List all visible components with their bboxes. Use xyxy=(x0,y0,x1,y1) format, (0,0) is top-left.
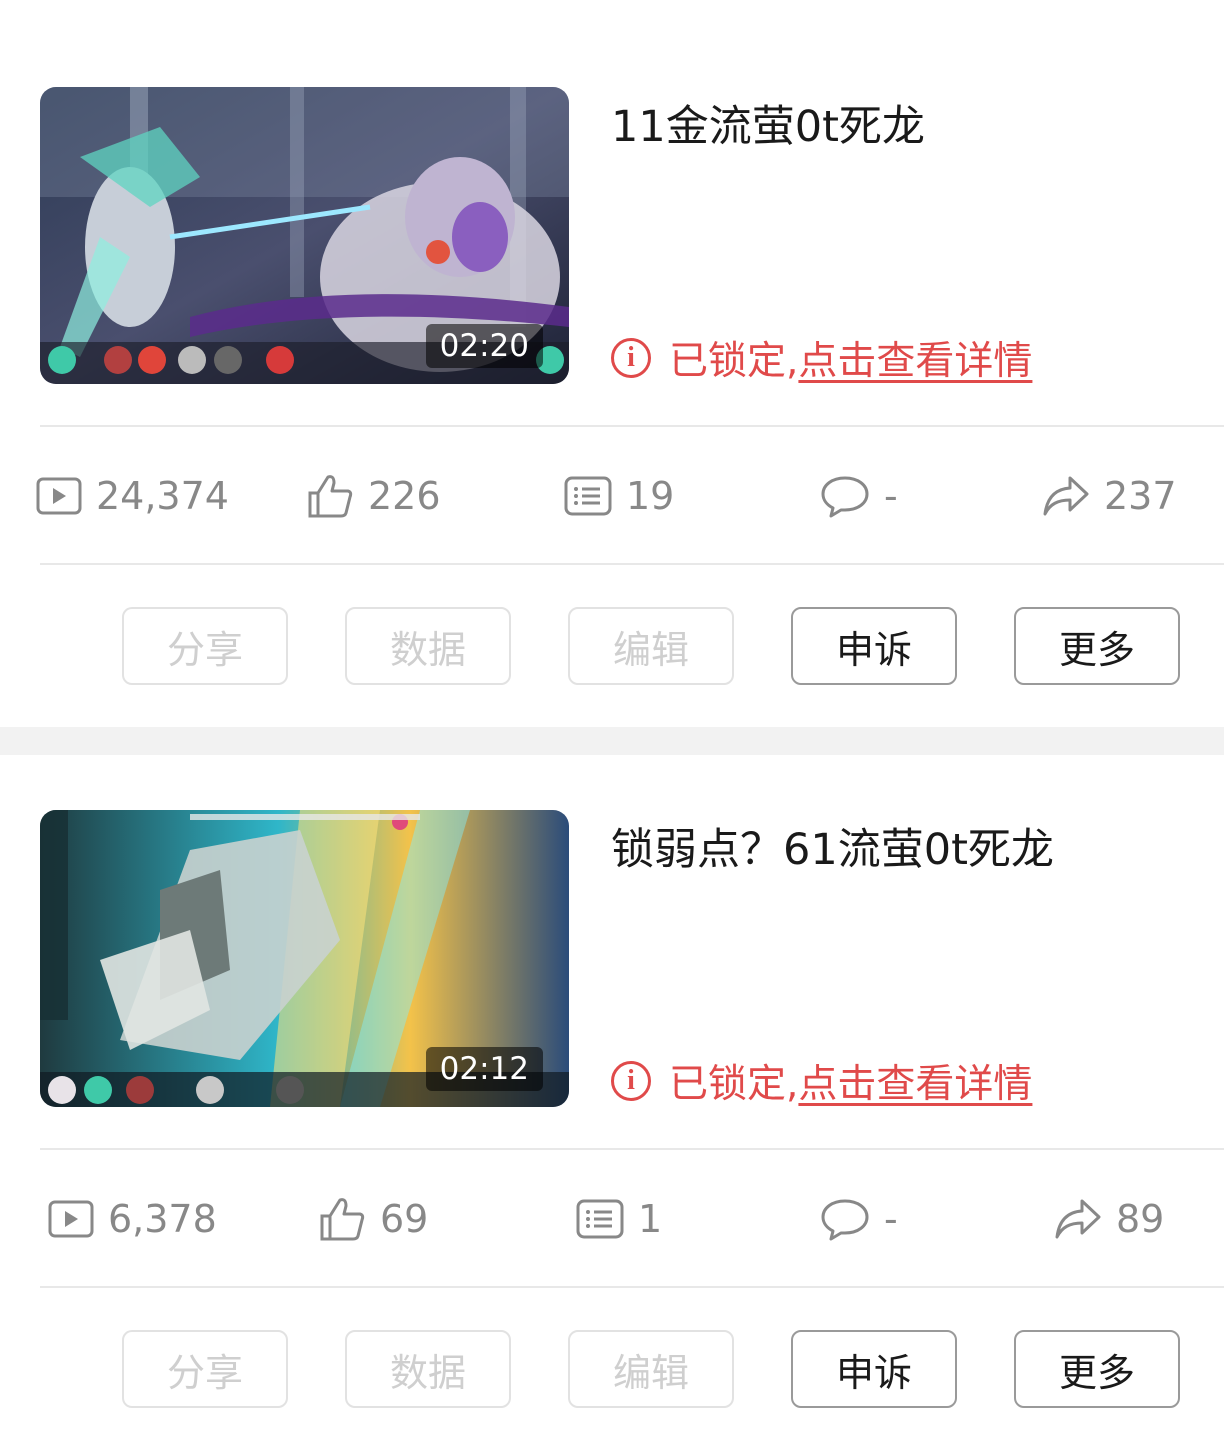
video-management-page: 02:20 11金流萤0t死龙 i 已锁定, 点击查看详情 24,374 226… xyxy=(0,0,1224,1443)
comment-bubble-icon xyxy=(821,476,869,518)
divider xyxy=(40,425,1224,427)
play-icon xyxy=(36,477,82,515)
plays-count: 24,374 xyxy=(96,474,229,518)
data-button[interactable]: 数据 xyxy=(345,1330,511,1408)
more-button[interactable]: 更多 xyxy=(1014,1330,1180,1408)
share-arrow-icon xyxy=(1055,1199,1101,1239)
shares-count: 89 xyxy=(1116,1197,1165,1241)
stat-shares: 89 xyxy=(1054,1189,1164,1249)
divider xyxy=(40,1148,1224,1150)
stat-plays: 24,374 xyxy=(36,466,229,526)
locked-label: 已锁定, xyxy=(669,339,799,384)
stat-likes: 226 xyxy=(306,466,441,526)
edit-button[interactable]: 编辑 xyxy=(568,1330,734,1408)
stat-comments: - xyxy=(820,1189,898,1249)
video-card-1: 02:20 11金流萤0t死龙 i 已锁定, 点击查看详情 24,374 226… xyxy=(0,0,1224,727)
stat-comments: - xyxy=(820,466,898,526)
stat-danmaku: 19 xyxy=(564,466,674,526)
comments-count: - xyxy=(884,1197,898,1241)
likes-count: 226 xyxy=(368,474,441,518)
appeal-button[interactable]: 申诉 xyxy=(791,1330,957,1408)
danmaku-list-icon xyxy=(564,476,612,516)
share-button[interactable]: 分享 xyxy=(122,607,288,685)
likes-count: 69 xyxy=(380,1197,429,1241)
video-thumbnail[interactable]: 02:20 xyxy=(40,87,569,384)
video-stats-row: 6,378 69 1 - 89 xyxy=(0,1189,1224,1249)
stat-plays: 6,378 xyxy=(48,1189,217,1249)
video-card-2: 02:12 锁弱点？61流萤0t死龙 i 已锁定, 点击查看详情 6,378 6… xyxy=(0,755,1224,1443)
danmaku-list-icon xyxy=(576,1199,624,1239)
data-button[interactable]: 数据 xyxy=(345,607,511,685)
comment-bubble-icon xyxy=(821,1199,869,1241)
video-stats-row: 24,374 226 19 - 237 xyxy=(0,466,1224,526)
edit-button[interactable]: 编辑 xyxy=(568,607,734,685)
play-icon xyxy=(48,1200,94,1238)
danmaku-count: 1 xyxy=(638,1197,663,1241)
video-duration: 02:12 xyxy=(425,1047,543,1091)
video-title[interactable]: 11金流萤0t死龙 xyxy=(611,92,925,154)
share-button[interactable]: 分享 xyxy=(122,1330,288,1408)
view-details-link[interactable]: 点击查看详情 xyxy=(798,1053,1032,1109)
thumbs-up-icon xyxy=(320,1198,365,1241)
info-circle-icon: i xyxy=(611,338,651,378)
thumbs-up-icon xyxy=(308,475,353,518)
danmaku-count: 19 xyxy=(626,474,675,518)
info-circle-icon: i xyxy=(611,1061,651,1101)
shares-count: 237 xyxy=(1104,474,1177,518)
locked-label: 已锁定, xyxy=(669,1062,799,1107)
video-thumbnail[interactable]: 02:12 xyxy=(40,810,569,1107)
video-title[interactable]: 锁弱点？61流萤0t死龙 xyxy=(611,815,1054,877)
stat-danmaku: 1 xyxy=(576,1189,662,1249)
more-button[interactable]: 更多 xyxy=(1014,607,1180,685)
video-duration: 02:20 xyxy=(425,324,543,368)
appeal-button[interactable]: 申诉 xyxy=(791,607,957,685)
card-separator xyxy=(0,727,1224,755)
divider xyxy=(40,563,1224,565)
stat-likes: 69 xyxy=(318,1189,428,1249)
share-arrow-icon xyxy=(1043,476,1089,516)
divider xyxy=(40,1286,1224,1288)
comments-count: - xyxy=(884,474,898,518)
locked-notice[interactable]: i 已锁定, 点击查看详情 xyxy=(611,330,1032,386)
view-details-link[interactable]: 点击查看详情 xyxy=(798,330,1032,386)
stat-shares: 237 xyxy=(1042,466,1177,526)
plays-count: 6,378 xyxy=(108,1197,217,1241)
locked-notice[interactable]: i 已锁定, 点击查看详情 xyxy=(611,1053,1032,1109)
